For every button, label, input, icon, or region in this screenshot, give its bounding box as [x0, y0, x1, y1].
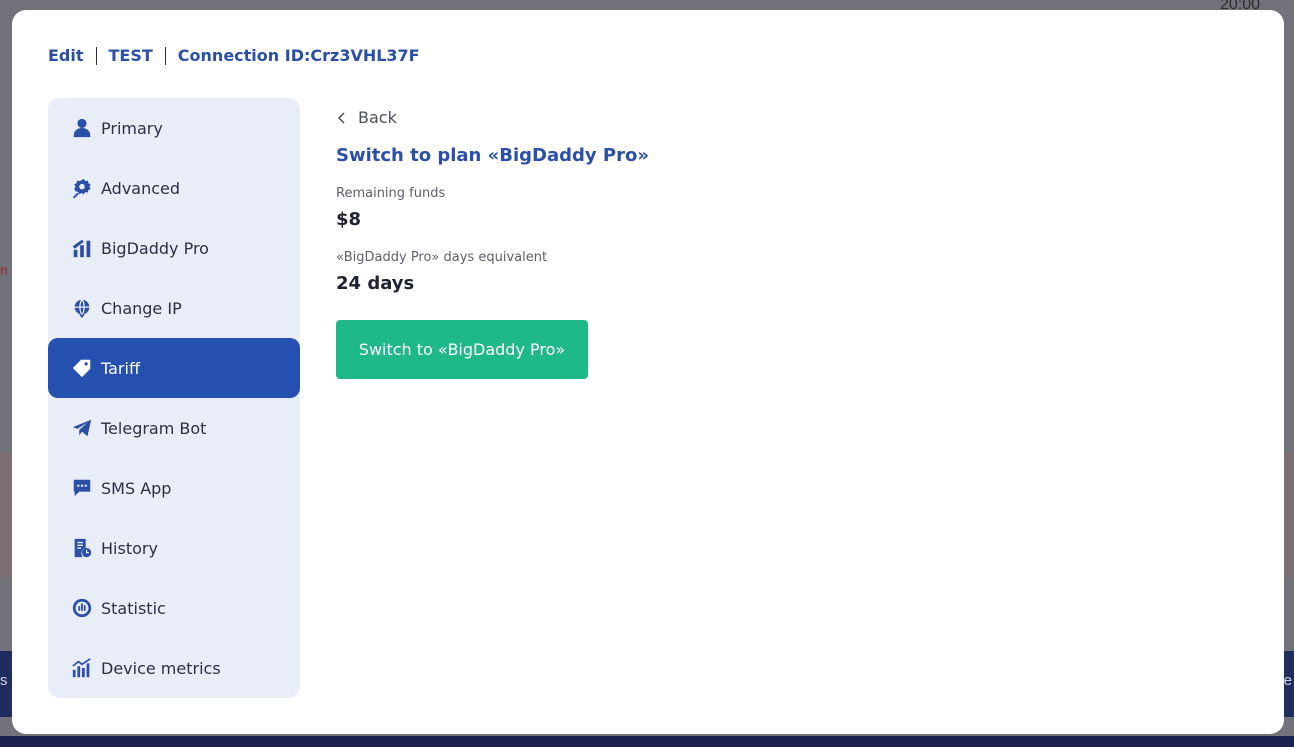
- sidebar-item-change-ip[interactable]: Change IP: [48, 278, 300, 338]
- sidebar-item-label: Telegram Bot: [101, 418, 207, 438]
- sidebar-item-history[interactable]: History: [48, 518, 300, 578]
- sidebar-item-label: Device metrics: [101, 658, 221, 678]
- remaining-funds-value: $8: [336, 209, 362, 230]
- breadcrumb-connection-id: Connection ID:Crz3VHL37F: [177, 46, 420, 65]
- days-equivalent-value: 24 days: [336, 273, 415, 294]
- history-icon: [70, 536, 94, 560]
- sidebar-item-primary[interactable]: Primary: [48, 98, 300, 158]
- statistic-icon: [70, 596, 94, 620]
- sidebar-item-sms-app[interactable]: SMS App: [48, 458, 300, 518]
- breadcrumb-separator: [95, 46, 97, 65]
- advanced-gear-icon: [70, 176, 94, 200]
- settings-sidebar: Primary Advanced BigDaddy Pro Change IP …: [48, 98, 300, 698]
- breadcrumb: Edit TEST Connection ID:Crz3VHL37F: [48, 46, 420, 65]
- telegram-icon: [70, 416, 94, 440]
- sidebar-item-bigdaddy-pro[interactable]: BigDaddy Pro: [48, 218, 300, 278]
- background-bottom-right-fragment: e: [1283, 672, 1292, 689]
- sidebar-item-label: Primary: [101, 118, 163, 138]
- sidebar-item-label: Change IP: [101, 298, 182, 318]
- switch-plan-button[interactable]: Switch to «BigDaddy Pro»: [336, 320, 588, 379]
- globe-icon: [70, 296, 94, 320]
- chevron-left-icon: [337, 111, 345, 124]
- breadcrumb-name: TEST: [108, 46, 153, 65]
- sidebar-item-label: SMS App: [101, 478, 172, 498]
- sidebar-item-device-metrics[interactable]: Device metrics: [48, 638, 300, 698]
- tag-icon: [70, 356, 94, 380]
- background-left-fragment: n: [0, 262, 8, 278]
- sidebar-item-tariff[interactable]: Tariff: [48, 338, 300, 398]
- sidebar-item-label: BigDaddy Pro: [101, 238, 209, 258]
- sidebar-item-telegram-bot[interactable]: Telegram Bot: [48, 398, 300, 458]
- breadcrumb-separator: [164, 46, 166, 65]
- sidebar-item-statistic[interactable]: Statistic: [48, 578, 300, 638]
- device-metrics-icon: [70, 656, 94, 680]
- remaining-funds-label: Remaining funds: [336, 186, 446, 201]
- breadcrumb-edit: Edit: [48, 46, 84, 65]
- sidebar-item-label: Statistic: [101, 598, 166, 618]
- sidebar-item-label: Advanced: [101, 178, 181, 198]
- edit-connection-modal: Edit TEST Connection ID:Crz3VHL37F Prima…: [12, 10, 1284, 734]
- back-button[interactable]: Back: [336, 108, 649, 127]
- sidebar-item-advanced[interactable]: Advanced: [48, 158, 300, 218]
- primary-icon: [70, 116, 94, 140]
- tariff-panel: Back Switch to plan «BigDaddy Pro» Remai…: [336, 106, 649, 379]
- plan-title: Switch to plan «BigDaddy Pro»: [336, 145, 649, 166]
- back-label: Back: [358, 108, 397, 127]
- bigdaddy-chart-icon: [70, 236, 94, 260]
- sidebar-item-label: History: [101, 538, 158, 558]
- days-equivalent-label: «BigDaddy Pro» days equivalent: [336, 250, 548, 265]
- background-bottom-bar: [0, 736, 1294, 747]
- sms-icon: [70, 476, 94, 500]
- sidebar-item-label: Tariff: [101, 358, 140, 378]
